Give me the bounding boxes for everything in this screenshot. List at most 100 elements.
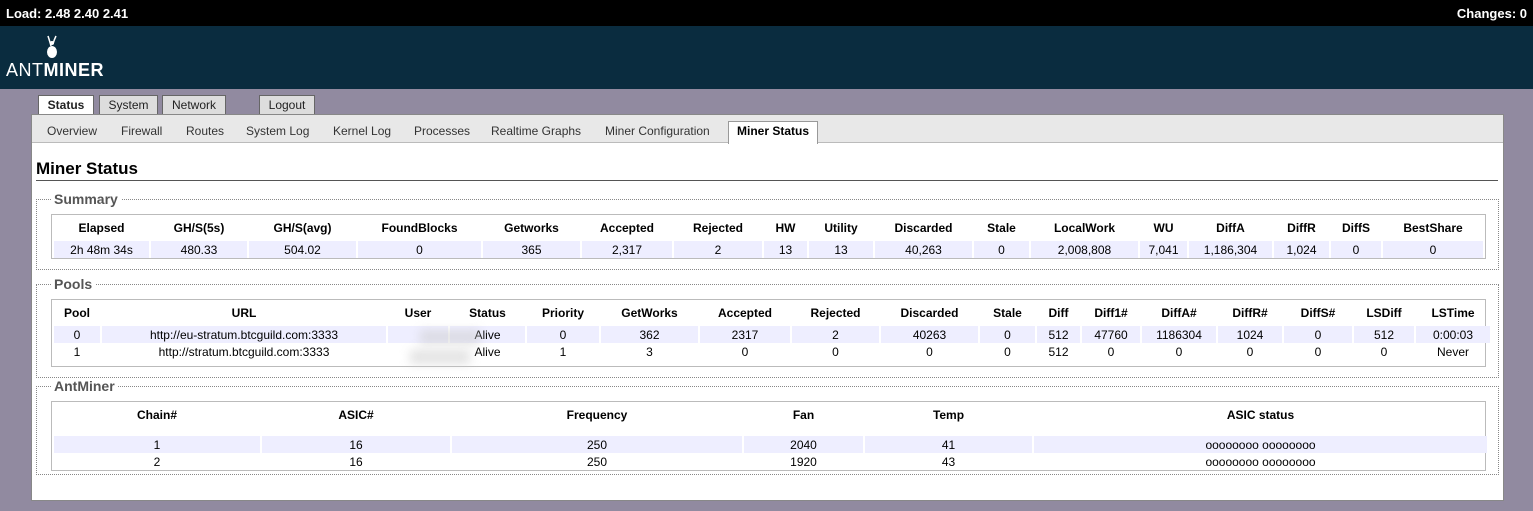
pools-cell: 362 (601, 326, 698, 343)
subtab-system-log[interactable]: System Log (246, 124, 309, 138)
pools-header: DiffS# (1300, 306, 1336, 320)
antminer-header: ASIC status (1226, 408, 1295, 422)
summary-header: Utility (824, 221, 858, 235)
pools-cell: 0 (1175, 344, 1183, 359)
summary-header-row: Elapsed GH/S(5s) GH/S(avg) FoundBlocks G… (54, 215, 1483, 241)
pools-header: Priority (541, 306, 584, 320)
summary-cell: 2,317 (582, 241, 672, 258)
load-average: Load: 2.48 2.40 2.41 (6, 6, 129, 21)
pools-cell: 0 (1284, 326, 1352, 343)
summary-cell: 504.02 (249, 241, 356, 258)
table-row: 2h 48m 34s 480.33 504.02 0 365 2,317 2 1… (54, 241, 1483, 258)
pools-table: Pool URL User Status Priority GetWorks A… (51, 299, 1490, 367)
table-row: 1 http://stratum.btcguild.com:3333 Alive… (54, 343, 1490, 360)
summary-header: BestShare (1403, 221, 1463, 235)
summary-header: LocalWork (1053, 221, 1116, 235)
summary-cell: 1,024 (1274, 241, 1329, 258)
summary-header: DiffS (1342, 221, 1370, 235)
summary-cell: 2 (674, 241, 762, 258)
tab-system[interactable]: System (99, 95, 158, 115)
subtab-realtime-graphs[interactable]: Realtime Graphs (491, 124, 581, 138)
pools-cell: 40263 (881, 326, 978, 343)
summary-cell: 13 (809, 241, 873, 258)
table-row: 0 http://eu-stratum.btcguild.com:3333 Al… (54, 326, 1490, 343)
pools-header: Pool (64, 306, 90, 320)
pools-header: DiffR# (1232, 306, 1268, 320)
tab-status[interactable]: Status (38, 95, 94, 116)
antminer-cell: 43 (941, 454, 956, 469)
pools-cell: 0 (1314, 344, 1322, 359)
title-divider (36, 180, 1498, 181)
pools-cell: 0 (527, 326, 599, 343)
pools-cell: 0 (832, 344, 839, 359)
antminer-header-row: Chain# ASIC# Frequency Fan Temp ASIC sta… (54, 402, 1487, 428)
asic-status-cell: oooooooo oooooooo (1205, 454, 1316, 469)
subtab-routes[interactable]: Routes (186, 124, 224, 138)
summary-header: DiffA (1216, 221, 1245, 235)
summary-header: Elapsed (78, 221, 125, 235)
summary-cell: 0 (1331, 241, 1381, 258)
pools-header: Diff (1048, 306, 1069, 320)
summary-cell: 7,041 (1140, 241, 1187, 258)
subtab-overview[interactable]: Overview (47, 124, 97, 138)
pools-cell: 1 (73, 344, 81, 359)
summary-header: Stale (987, 221, 1016, 235)
summary-header: Accepted (599, 221, 655, 235)
antminer-header: Chain# (136, 408, 177, 422)
header-banner: ANTMINER (0, 26, 1533, 89)
pools-header: Diff1# (1094, 306, 1128, 320)
summary-cell: 365 (483, 241, 580, 258)
summary-header: Rejected (692, 221, 744, 235)
pools-header: Rejected (810, 306, 861, 320)
antminer-cell: 41 (865, 436, 1032, 453)
pools-legend: Pools (51, 276, 96, 292)
pools-cell: 0:00:03 (1416, 326, 1490, 343)
pools-cell: 0 (1107, 344, 1115, 359)
summary-section: Summary Elapsed GH/S(5s) GH/S(avg) Found… (36, 191, 1499, 270)
pools-cell: 1 (559, 344, 567, 359)
summary-header: GH/S(5s) (173, 221, 225, 235)
sub-navigation: Overview Firewall Routes System Log Kern… (32, 115, 1503, 144)
pools-header-row: Pool URL User Status Priority GetWorks A… (54, 300, 1490, 326)
changes-count[interactable]: Changes: 0 (1457, 6, 1527, 21)
summary-header: WU (1153, 221, 1174, 235)
antminer-cell: 1 (54, 436, 260, 453)
pools-cell: Never (1436, 344, 1469, 359)
summary-header: DiffR (1287, 221, 1316, 235)
summary-header: GH/S(avg) (273, 221, 332, 235)
pools-cell: 2 (792, 326, 879, 343)
pools-cell: 1186304 (1142, 326, 1216, 343)
antminer-cell: 2 (153, 454, 161, 469)
pool-url: http://eu-stratum.btcguild.com:3333 (102, 326, 386, 343)
pools-header: Stale (993, 306, 1022, 320)
antminer-header: Frequency (566, 408, 628, 422)
summary-header: Discarded (894, 221, 953, 235)
content-panel: Overview Firewall Routes System Log Kern… (31, 114, 1504, 501)
pools-cell: 0 (741, 344, 749, 359)
brand-wordmark: ANTMINER (6, 60, 104, 80)
subtab-miner-configuration[interactable]: Miner Configuration (605, 124, 710, 138)
pool-url: http://stratum.btcguild.com:3333 (158, 344, 330, 359)
pools-header: Accepted (717, 306, 773, 320)
pools-header: User (404, 306, 432, 320)
pools-cell: 0 (926, 344, 933, 359)
pools-cell: 3 (646, 344, 653, 359)
tab-network[interactable]: Network (162, 95, 226, 115)
summary-header: FoundBlocks (381, 221, 458, 235)
summary-cell: 480.33 (151, 241, 247, 258)
summary-cell: 13 (764, 241, 807, 258)
pools-cell: 512 (1048, 344, 1069, 359)
antminer-header: Fan (792, 408, 815, 422)
subtab-firewall[interactable]: Firewall (121, 124, 162, 138)
pools-header: Status (469, 306, 506, 320)
subtab-miner-status[interactable]: Miner Status (728, 121, 819, 144)
summary-header: Getworks (504, 221, 559, 235)
subtab-kernel-log[interactable]: Kernel Log (333, 124, 391, 138)
antminer-header: ASIC# (338, 408, 374, 422)
pools-cell: 0 (54, 326, 100, 343)
antminer-legend: AntMiner (51, 378, 118, 394)
summary-legend: Summary (51, 191, 121, 207)
tab-logout[interactable]: Logout (259, 95, 315, 115)
summary-cell: 0 (1383, 241, 1483, 258)
subtab-processes[interactable]: Processes (414, 124, 470, 138)
